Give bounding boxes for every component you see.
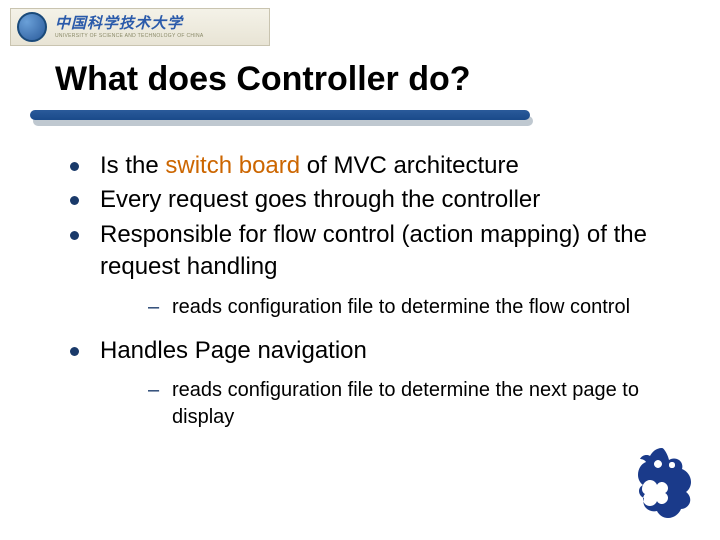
sub-bullet-item: reads configuration file to determine th… — [100, 377, 660, 431]
bullet-item: Every request goes through the controlle… — [60, 184, 660, 216]
bullet-text-pre: Is the — [100, 152, 165, 179]
logo-english: UNIVERSITY OF SCIENCE AND TECHNOLOGY OF … — [55, 33, 204, 39]
slide-title: What does Controller do? — [55, 60, 471, 99]
dragon-icon — [622, 440, 702, 530]
bullet-text: Every request goes through the controlle… — [100, 186, 540, 213]
logo-text: 中国科学技术大学 UNIVERSITY OF SCIENCE AND TECHN… — [55, 16, 204, 39]
university-logo-bar: 中国科学技术大学 UNIVERSITY OF SCIENCE AND TECHN… — [10, 8, 270, 46]
sub-bullet-item: reads configuration file to determine th… — [100, 294, 660, 321]
bullet-item: Is the switch board of MVC architecture — [60, 150, 660, 182]
bullet-text: Handles Page navigation — [100, 337, 367, 364]
logo-chinese: 中国科学技术大学 — [55, 16, 204, 31]
bullet-text-post: of MVC architecture — [300, 152, 519, 179]
bullet-item: Responsible for flow control (action map… — [60, 219, 660, 321]
bullet-text: Responsible for flow control (action map… — [100, 221, 647, 280]
slide-content: Is the switch board of MVC architecture … — [60, 150, 660, 445]
university-seal-icon — [17, 12, 47, 42]
bullet-highlight: switch board — [165, 152, 300, 179]
bullet-item: Handles Page navigation reads configurat… — [60, 335, 660, 431]
sub-bullet-text: reads configuration file to determine th… — [172, 296, 630, 318]
title-underline — [30, 110, 536, 128]
sub-bullet-text: reads configuration file to determine th… — [172, 379, 639, 428]
